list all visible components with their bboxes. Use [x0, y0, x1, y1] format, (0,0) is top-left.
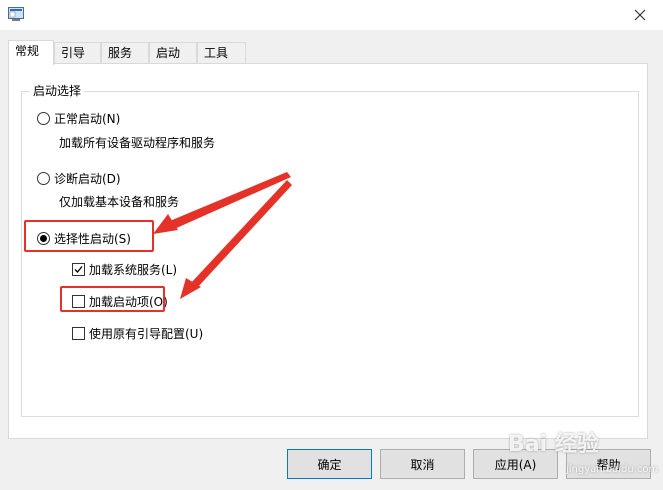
- radio-button[interactable]: [37, 172, 50, 185]
- radio-diagnostic-startup[interactable]: 诊断启动(D): [37, 170, 121, 187]
- diagnostic-startup-desc: 仅加载基本设备和服务: [59, 195, 180, 209]
- radio-diagnostic-label: 诊断启动(D): [54, 172, 121, 186]
- app-icon: [8, 7, 24, 21]
- radio-normal-label: 正常启动(N): [54, 112, 121, 126]
- baidu-watermark: Bai 经验 jingyan.baidu.com: [508, 420, 658, 486]
- watermark-sub: jingyan.baidu.com: [566, 464, 659, 475]
- annotation-box-selective: [24, 220, 154, 252]
- annotation-box-startup-items: [60, 286, 165, 312]
- tab-tools[interactable]: 工具: [197, 42, 246, 64]
- tab-startup[interactable]: 启动: [149, 42, 197, 64]
- tab-general[interactable]: 常规: [8, 40, 54, 65]
- watermark-main: Bai 经验: [508, 432, 599, 457]
- radio-button[interactable]: [37, 112, 50, 125]
- cancel-button[interactable]: 取消: [380, 449, 465, 479]
- ok-button[interactable]: 确定: [287, 449, 372, 479]
- tab-services[interactable]: 服务: [101, 42, 149, 64]
- check-load-system-services[interactable]: 加载系统服务(L): [72, 261, 177, 278]
- group-legend: 启动选择: [30, 82, 85, 99]
- radio-normal-startup[interactable]: 正常启动(N): [37, 110, 120, 127]
- title-bar: [0, 0, 663, 30]
- checkbox-unchecked[interactable]: [72, 327, 85, 340]
- close-icon[interactable]: [617, 0, 663, 30]
- check-use-original-boot-config[interactable]: 使用原有引导配置(U): [72, 325, 203, 342]
- tab-boot[interactable]: 引导: [54, 42, 101, 64]
- option-use-original-boot-config: 使用原有引导配置(U): [89, 327, 204, 341]
- normal-startup-desc: 加载所有设备驱动程序和服务: [59, 136, 216, 150]
- option-load-system-services: 加载系统服务(L): [89, 263, 178, 277]
- checkbox-checked[interactable]: [72, 263, 85, 276]
